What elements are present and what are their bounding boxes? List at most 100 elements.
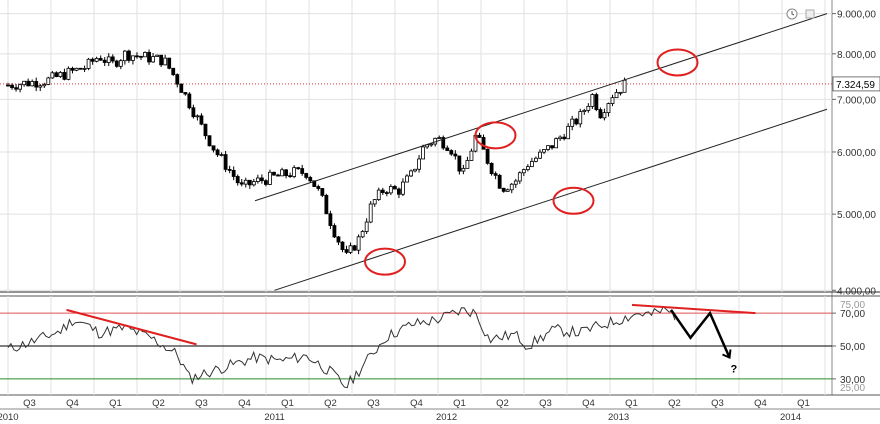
candle-body: [308, 177, 313, 182]
x-quarter-label: Q3: [23, 398, 36, 409]
candle-body: [219, 154, 224, 156]
candle-body: [546, 145, 550, 150]
candle-body: [98, 58, 103, 61]
candle-body: [376, 189, 381, 201]
candle-body: [179, 83, 184, 93]
candle-body: [259, 177, 264, 182]
candle-body: [135, 55, 139, 58]
candle-body: [215, 149, 220, 156]
candle-body: [489, 162, 494, 175]
candle-body: [155, 54, 160, 57]
candle-body: [82, 67, 87, 70]
candle-body: [239, 182, 244, 185]
chart: 7.324,59 ? 4.000,00 5.000,00 6.000,00 7.000…: [0, 0, 880, 424]
candle-body: [171, 67, 176, 75]
candle-body: [602, 112, 607, 119]
candle-body: [114, 60, 119, 67]
candle-body: [356, 236, 361, 251]
candle-body: [521, 169, 526, 174]
candle-body: [457, 155, 462, 172]
candle-body: [558, 136, 563, 140]
candle-body: [30, 81, 35, 87]
candle-body: [445, 147, 450, 151]
candle-body: [493, 173, 498, 176]
candle-body: [606, 103, 611, 114]
candle-body: [614, 92, 619, 99]
candle-body: [542, 149, 546, 153]
x-quarter-label: Q2: [324, 398, 337, 409]
candle-body: [562, 136, 567, 140]
x-year-label: 2012: [436, 412, 457, 423]
x-quarter-label: Q4: [754, 398, 767, 409]
x-quarter-label: Q2: [668, 398, 681, 409]
candle-body: [405, 175, 409, 183]
candle-body: [223, 154, 228, 170]
candle-body: [594, 94, 599, 110]
candle-body: [264, 180, 268, 185]
osc-y-tick-label-partial: 25,00: [840, 383, 865, 394]
candle-body: [34, 81, 39, 88]
x-year-label: 2010: [0, 412, 19, 423]
candle-body: [18, 84, 22, 90]
candle-body: [191, 107, 196, 118]
candle-body: [509, 183, 514, 191]
candle-body: [505, 189, 510, 192]
x-year-label: 2014: [780, 412, 801, 423]
candle-body: [272, 171, 276, 176]
candle-body: [461, 167, 466, 172]
candle-body: [46, 77, 51, 85]
candle-body: [62, 72, 67, 80]
candle-body: [429, 143, 434, 146]
candle-body: [54, 72, 59, 77]
candle-body: [324, 194, 329, 215]
x-quarter-label: Q1: [453, 398, 466, 409]
y-tick-label: 9.000,00: [837, 10, 876, 21]
candle-body: [550, 145, 554, 149]
candle-body: [183, 92, 188, 95]
candle-body: [66, 67, 71, 80]
candle-body: [525, 166, 530, 171]
window-icon[interactable]: [805, 9, 815, 19]
y-tick-label: 8.000,00: [837, 50, 876, 61]
y-tick-label: 6.000,00: [837, 148, 876, 159]
candle-body: [453, 153, 458, 157]
candle-body: [106, 56, 111, 63]
x-quarter-label: Q1: [797, 398, 810, 409]
clock-icon[interactable]: [786, 8, 798, 20]
x-quarter-label: Q1: [281, 398, 294, 409]
candle-body: [566, 125, 571, 140]
candle-body: [421, 146, 425, 160]
candle-body: [538, 151, 542, 159]
candle-body: [481, 136, 486, 150]
candle-body: [70, 67, 75, 71]
osc-y-tick-label-partial: 75,00: [840, 300, 865, 311]
candle-body: [58, 72, 63, 77]
candle-body: [590, 94, 595, 107]
x-quarter-label: Q3: [195, 398, 208, 409]
candle-body: [90, 58, 95, 62]
candle-body: [255, 177, 260, 182]
candle-body: [534, 157, 538, 162]
candle-body: [38, 85, 43, 88]
candle-body: [251, 181, 256, 186]
candle-body: [618, 91, 623, 94]
candle-body: [300, 168, 305, 174]
candle-body: [276, 174, 280, 177]
candle-body: [501, 187, 506, 192]
x-quarter-label: Q1: [109, 398, 122, 409]
candle-body: [163, 57, 168, 66]
candle-body: [485, 148, 490, 164]
candle-body: [497, 174, 502, 189]
last-price-label: 7.324,59: [836, 80, 875, 91]
candle-body: [284, 169, 288, 177]
osc-y-tick-label: 50,00: [840, 342, 865, 353]
candle-body: [159, 54, 164, 66]
candle-body: [598, 109, 603, 119]
candle-body: [42, 84, 47, 87]
candle-body: [288, 175, 293, 178]
candle-body: [139, 55, 143, 58]
candle-body: [167, 57, 172, 69]
x-quarter-label: Q2: [152, 398, 165, 409]
x-quarter-label: Q3: [539, 398, 552, 409]
candle-body: [465, 160, 470, 169]
